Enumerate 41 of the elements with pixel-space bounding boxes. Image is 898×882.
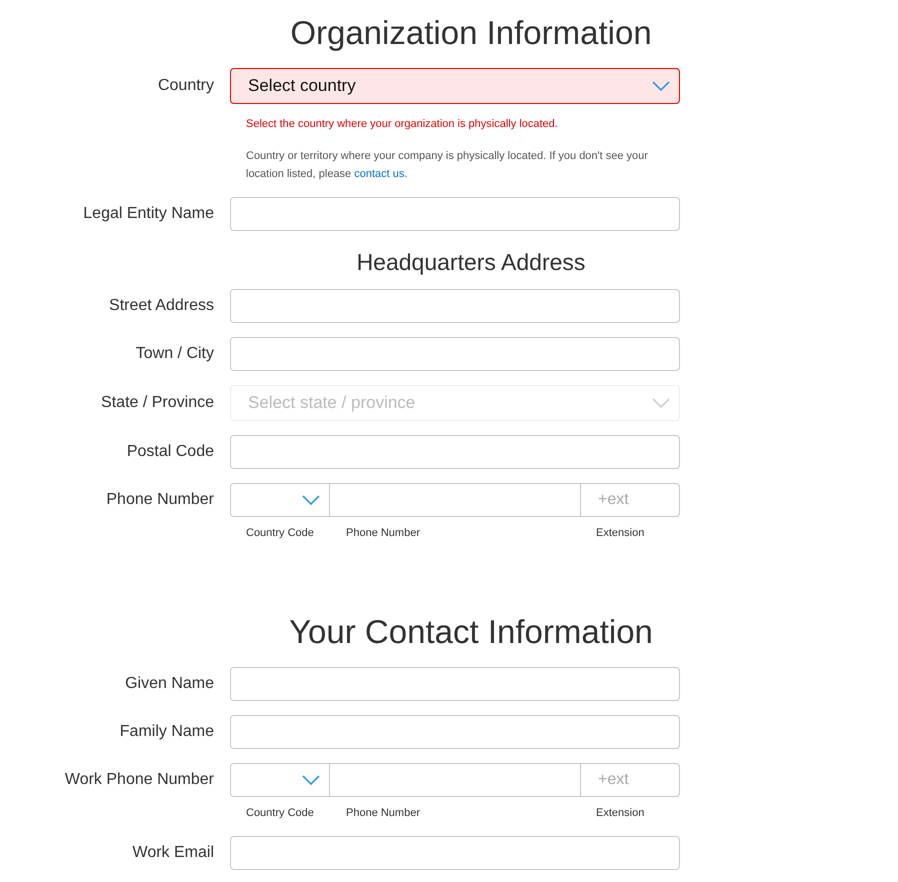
- text-field[interactable]: [230, 434, 680, 468]
- chevron-down-icon: [652, 398, 670, 408]
- text-field[interactable]: [230, 715, 680, 749]
- field-label: Family Name: [120, 722, 214, 742]
- field-caption: Extension: [596, 526, 644, 538]
- chevron-down-icon: [302, 775, 320, 785]
- text-field[interactable]: [230, 196, 680, 230]
- section-subtitle: Headquarters Address: [356, 248, 586, 276]
- field-label: Street Address: [109, 296, 214, 316]
- section-title: Organization Information: [290, 13, 652, 53]
- contact-link[interactable]: contact us: [354, 168, 404, 180]
- field-label: Legal Entity Name: [83, 204, 214, 224]
- text-field[interactable]: [230, 836, 680, 870]
- text-field[interactable]: [230, 288, 680, 322]
- text-field[interactable]: [230, 667, 680, 701]
- field-caption: Phone Number: [346, 526, 420, 538]
- field-caption: Extension: [596, 807, 644, 819]
- extension-field[interactable]: +ext: [580, 482, 680, 516]
- select-dropdown[interactable]: Select country: [230, 68, 680, 104]
- text-field[interactable]: [230, 336, 680, 370]
- phone-number-field[interactable]: [330, 763, 580, 797]
- section-title: Your Contact Information: [289, 612, 653, 652]
- extension-field[interactable]: +ext: [580, 763, 680, 797]
- field-label: State / Province: [101, 392, 214, 412]
- chevron-down-icon: [302, 494, 320, 504]
- country-code-select[interactable]: [230, 482, 330, 516]
- country-code-select[interactable]: [230, 763, 330, 797]
- field-label: Country: [158, 76, 214, 96]
- help-text: Country or territory where your company is physically located. If you don't see your location listed, please contact us.: [246, 148, 649, 182]
- field-caption: Phone Number: [346, 807, 420, 819]
- field-label: Phone Number: [106, 490, 214, 510]
- phone-number-field[interactable]: [330, 482, 580, 516]
- field-label: Given Name: [125, 674, 214, 694]
- field-caption: Country Code: [246, 526, 314, 538]
- field-label: Postal Code: [126, 442, 214, 462]
- field-label: Work Email: [132, 842, 214, 862]
- error-message: Select the country where your organization is physically located.: [246, 117, 559, 132]
- field-label: Town / City: [136, 344, 214, 364]
- field-caption: Country Code: [246, 807, 314, 819]
- field-label: Work Phone Number: [64, 770, 214, 790]
- chevron-down-icon: [652, 81, 670, 91]
